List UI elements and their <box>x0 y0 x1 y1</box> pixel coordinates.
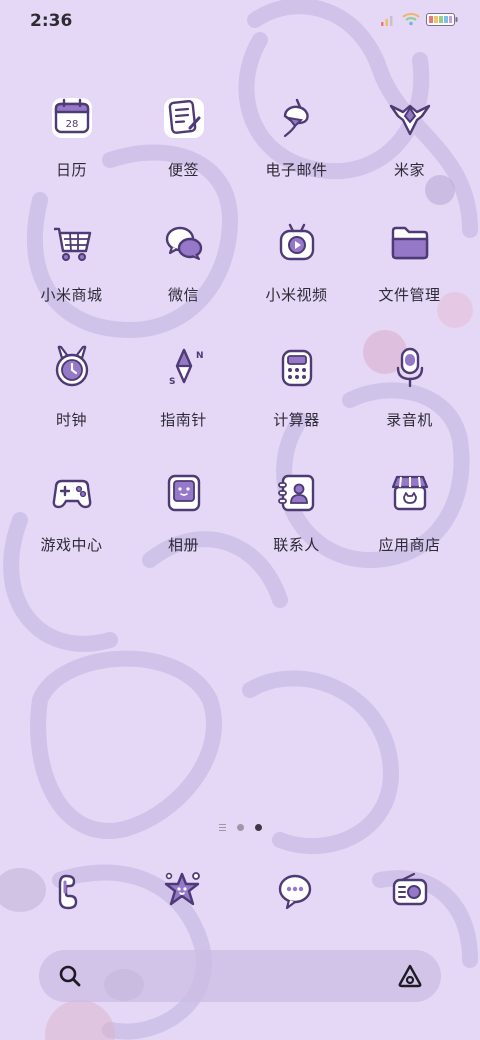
app-store-icon <box>391 475 428 511</box>
app-label: 指南针 <box>160 411 207 429</box>
microphone-icon <box>396 347 423 388</box>
wechat-icon <box>165 226 202 260</box>
signal-bars-icon <box>381 15 393 26</box>
svg-text:S: S <box>169 377 175 387</box>
notes-icon <box>163 98 204 138</box>
app-notes[interactable]: 便签 <box>127 92 240 180</box>
phone-icon <box>58 874 78 910</box>
page-indicator[interactable] <box>0 824 480 831</box>
app-calculator[interactable]: 计算器 <box>240 342 353 430</box>
dock-camera[interactable] <box>152 862 212 922</box>
app-recorder[interactable]: 录音机 <box>353 342 466 430</box>
camera-icon <box>164 872 200 906</box>
feed-page-indicator[interactable] <box>218 824 226 831</box>
status-icons <box>380 13 458 26</box>
app-label: 联系人 <box>273 536 320 554</box>
app-calendar[interactable]: 28 日历 <box>15 92 128 180</box>
app-contacts[interactable]: 联系人 <box>240 467 353 555</box>
app-label: 日历 <box>55 161 87 179</box>
email-icon <box>283 98 309 138</box>
contacts-icon <box>277 474 314 512</box>
gallery-icon <box>167 474 200 512</box>
gamepad-icon <box>52 479 91 509</box>
app-label: 录音机 <box>386 411 433 429</box>
status-bar: 2:36 <box>0 0 480 44</box>
search-icon[interactable] <box>57 963 83 989</box>
app-compass[interactable]: N S 指南针 <box>127 342 240 430</box>
messages-icon <box>278 874 312 910</box>
app-label: 便签 <box>167 161 199 179</box>
svg-text:N: N <box>196 351 204 361</box>
app-email[interactable]: 电子邮件 <box>240 92 353 180</box>
app-label: 小米视频 <box>265 286 328 304</box>
folder-icon <box>391 226 428 260</box>
app-label: 微信 <box>167 286 199 304</box>
app-mijia[interactable]: 米家 <box>353 92 466 180</box>
app-label: 文件管理 <box>378 286 441 304</box>
battery-icon <box>426 13 458 26</box>
search-bar[interactable] <box>39 950 441 1002</box>
calendar-date: 28 <box>65 119 78 130</box>
dock-messages[interactable] <box>265 862 325 922</box>
app-wechat[interactable]: 微信 <box>127 217 240 305</box>
app-file-manager[interactable]: 文件管理 <box>353 217 466 305</box>
assistant-icon[interactable] <box>397 963 423 989</box>
dock-radio[interactable] <box>380 862 440 922</box>
dock-phone[interactable] <box>40 862 100 922</box>
app-mi-store[interactable]: 小米商城 <box>15 217 128 305</box>
page-dot-active[interactable] <box>254 824 262 831</box>
app-app-store[interactable]: 应用商店 <box>353 467 466 555</box>
app-label: 游戏中心 <box>40 536 103 554</box>
clock-icon <box>55 345 88 387</box>
app-mi-video[interactable]: 小米视频 <box>240 217 353 305</box>
app-label: 计算器 <box>273 411 320 429</box>
compass-icon: N S <box>169 348 204 387</box>
app-label: 小米商城 <box>40 286 103 304</box>
dock <box>0 862 480 922</box>
wifi-icon <box>402 13 420 26</box>
app-game-center[interactable]: 游戏中心 <box>15 467 128 555</box>
app-label: 电子邮件 <box>265 161 328 179</box>
app-label: 米家 <box>393 161 425 179</box>
shopping-cart-icon <box>53 227 91 261</box>
music-radio-icon <box>392 872 428 906</box>
video-icon <box>279 223 314 261</box>
status-time: 2:36 <box>30 11 73 31</box>
page-dot[interactable] <box>236 824 244 831</box>
calendar-icon: 28 <box>51 98 92 138</box>
app-label: 应用商店 <box>378 536 441 554</box>
mijia-icon <box>389 104 430 136</box>
app-label: 相册 <box>167 536 199 554</box>
app-label: 时钟 <box>55 411 87 429</box>
app-gallery[interactable]: 相册 <box>127 467 240 555</box>
app-clock[interactable]: 时钟 <box>15 342 128 430</box>
calculator-icon <box>281 349 312 387</box>
